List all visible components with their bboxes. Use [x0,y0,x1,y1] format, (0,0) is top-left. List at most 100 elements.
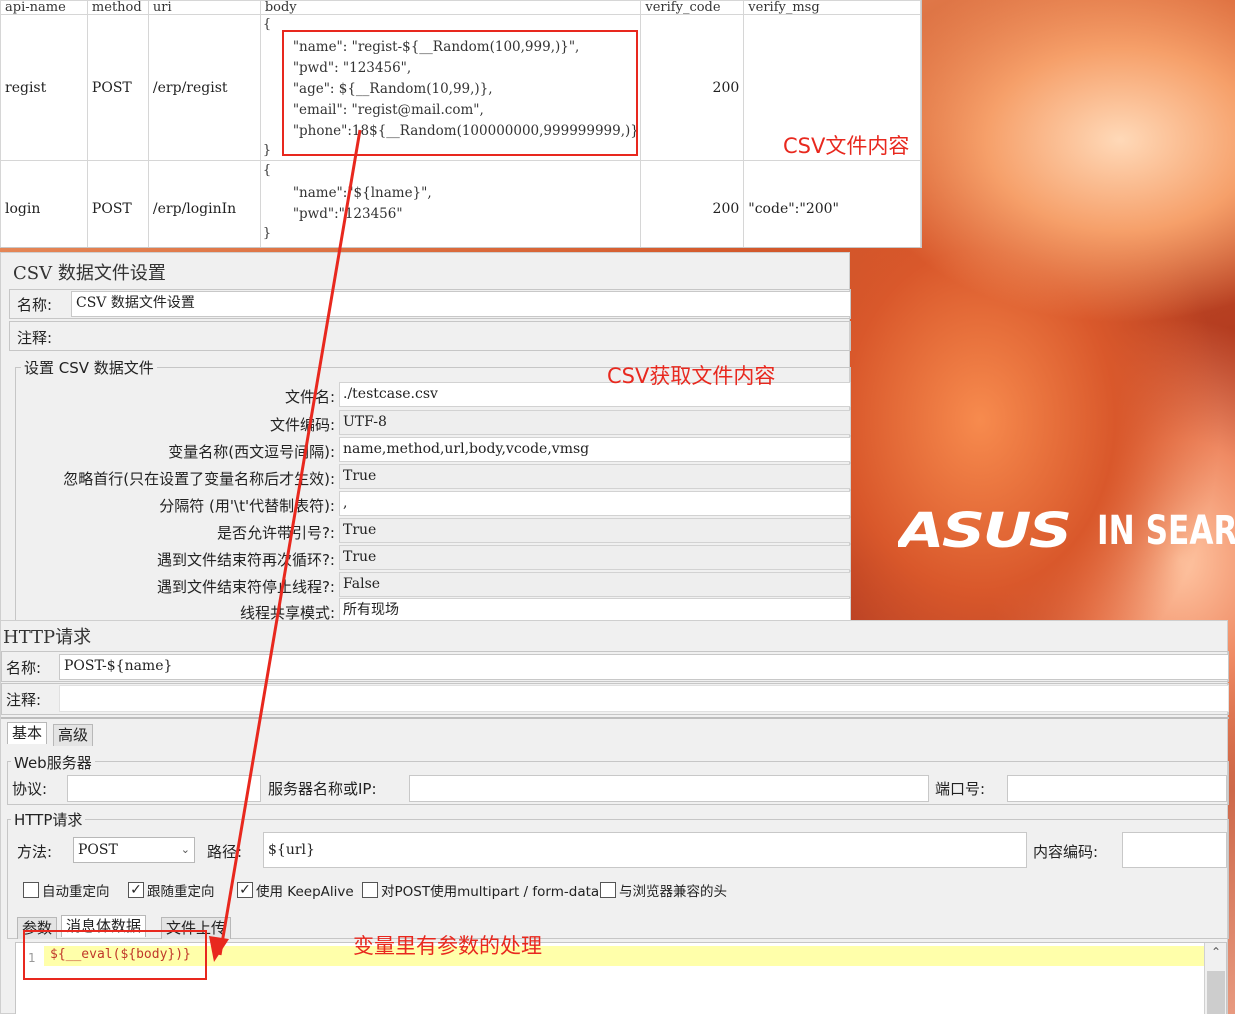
cell-body[interactable]: { "name":"${lname}", "pwd":"123456" } [259,160,642,247]
follow-redirect-checkbox[interactable]: ✓ 跟随重定向 [128,880,215,900]
cell-api-name[interactable]: login [0,160,88,247]
auto-redirect-checkbox[interactable]: 自动重定向 [23,880,110,900]
scrollbar-thumb[interactable] [1207,971,1225,1014]
csv-header-row: api-name method uri body verify_code ver… [0,0,921,15]
variable-names-field[interactable]: name,method,url,body,vcode,vmsg [339,437,851,462]
multipart-label: 对POST使用multipart / form-data [381,884,600,900]
http-comment-field[interactable] [59,685,1229,712]
protocol-field[interactable] [67,775,261,802]
method-select-value: POST [78,842,118,858]
csv-settings-group-title: 设置 CSV 数据文件 [21,357,157,378]
path-field[interactable]: ${url} [263,832,1027,868]
editor-scrollbar[interactable]: ⌃ [1204,943,1226,1014]
csv-comment-label: 注释: [17,329,53,347]
variable-param-annotation: 变量里有参数的处理 [353,934,542,958]
http-request-title: HTTP请求 [3,627,92,648]
filename-label: 文件名: [284,388,335,406]
browser-compatible-checkbox[interactable]: 与浏览器兼容的头 [600,880,727,900]
cell-uri[interactable]: /erp/loginIn [147,160,261,247]
header-api-name: api-name [0,0,88,15]
chevron-up-icon[interactable]: ⌃ [1205,945,1227,965]
csv-data-set-config-panel: CSV 数据文件设置 名称: CSV 数据文件设置 注释: 设置 CSV 数据文… [0,252,851,623]
csv-content-annotation: CSV文件内容 [783,134,910,158]
delimiter-label: 分隔符 (用'\t'代替制表符): [159,497,335,515]
ignore-first-line-field[interactable]: True [339,464,851,489]
port-label: 端口号: [935,780,986,798]
prop-row-recycle-eof: 遇到文件结束符再次循环?: True [17,545,851,572]
cell-api-name[interactable]: regist [0,14,88,161]
csv-read-annotation: CSV获取文件内容 [607,364,776,388]
prop-row-ignore-first-line: 忽略首行(只在设置了变量名称后才生效): True [17,464,851,491]
follow-redirect-label: 跟随重定向 [147,884,215,900]
content-encoding-field[interactable] [1122,832,1227,868]
ignore-first-line-label: 忽略首行(只在设置了变量名称后才生效): [63,470,335,488]
multipart-checkbox[interactable]: 对POST使用multipart / form-data [362,880,599,900]
cell-verify-msg[interactable]: "code":"200" [743,160,921,247]
server-name-field[interactable] [409,775,929,802]
tab-advanced[interactable]: 高级 [53,724,94,746]
tab-basic[interactable]: 基本 [7,722,48,744]
csv-file-table-panel: api-name method uri body verify_code ver… [0,0,922,248]
cell-verify-code[interactable]: 200 [640,14,745,161]
recycle-eof-label: 遇到文件结束符再次循环?: [156,551,335,569]
csv-name-label: 名称: [17,296,53,314]
header-body: body [259,0,642,15]
cell-method[interactable]: POST [86,14,149,161]
variable-names-label: 变量名称(西文逗号间隔): [168,443,335,461]
cell-method[interactable]: POST [86,160,149,247]
header-method: method [86,0,149,15]
allow-quoted-label: 是否允许带引号?: [216,524,335,542]
json-open-brace: { [262,163,272,178]
http-request-panel: HTTP请求 名称: POST-${name} 注释: 基本 高级 Web服务器… [0,620,1229,1014]
csv-name-field[interactable]: CSV 数据文件设置 [71,291,851,317]
http-request-group-title: HTTP请求 [11,809,86,830]
http-comment-label: 注释: [6,691,42,709]
current-line-highlight [44,946,1204,966]
path-label: 路径: [207,843,243,861]
stop-thread-eof-label: 遇到文件结束符停止线程?: [156,578,335,596]
cell-uri[interactable]: /erp/regist [147,14,261,161]
allow-quoted-field[interactable]: True [339,518,851,543]
prop-row-encoding: 文件编码: UTF-8 [17,410,851,437]
web-server-group-title: Web服务器 [11,752,95,773]
json-close-brace: } [262,143,272,158]
chevron-down-icon: ⌄ [180,843,190,856]
encoding-field[interactable]: UTF-8 [339,410,851,435]
header-verify-msg: verify_msg [743,0,921,15]
csv-config-title: CSV 数据文件设置 [13,263,166,284]
auto-redirect-label: 自动重定向 [42,884,110,900]
comment-row-border [9,321,851,351]
brand-slogan: IN SEAR [1097,508,1235,554]
http-name-label: 名称: [6,659,42,677]
prop-row-variable-names: 变量名称(西文逗号间隔): name,method,url,body,vcode… [17,437,851,464]
checkbox-unchecked-icon [23,882,39,898]
protocol-label: 协议: [12,780,48,798]
method-label: 方法: [17,843,53,861]
keepalive-label: 使用 KeepAlive [256,884,354,900]
stop-thread-eof-field[interactable]: False [339,572,851,597]
cell-verify-code[interactable]: 200 [640,160,745,247]
tabs-divider [1,717,1229,719]
encoding-label: 文件编码: [269,416,335,434]
json-line: "pwd":"123456" [292,206,403,222]
header-uri: uri [147,0,261,15]
method-select[interactable]: POST ⌄ [73,837,195,863]
recycle-eof-field[interactable]: True [339,545,851,570]
checkbox-unchecked-icon [362,882,378,898]
port-field[interactable] [1007,775,1227,802]
browser-compatible-label: 与浏览器兼容的头 [619,884,727,900]
csv-body-highlight-box [282,30,638,156]
checkmark-icon: ✓ [128,882,144,898]
content-encoding-label: 内容编码: [1033,843,1099,861]
checkmark-icon: ✓ [237,882,253,898]
delimiter-field[interactable]: , [339,491,851,516]
asus-brand-banner: ASUS IN SEAR [898,505,1235,557]
prop-row-delimiter: 分隔符 (用'\t'代替制表符): , [17,491,851,518]
json-close-brace: } [262,226,272,241]
http-name-field[interactable]: POST-${name} [59,654,1229,680]
json-open-brace: { [262,17,272,32]
keepalive-checkbox[interactable]: ✓ 使用 KeepAlive [237,880,354,900]
asus-logo: ASUS [898,505,1072,557]
checkbox-unchecked-icon [600,882,616,898]
body-code-highlight-box [23,930,207,980]
